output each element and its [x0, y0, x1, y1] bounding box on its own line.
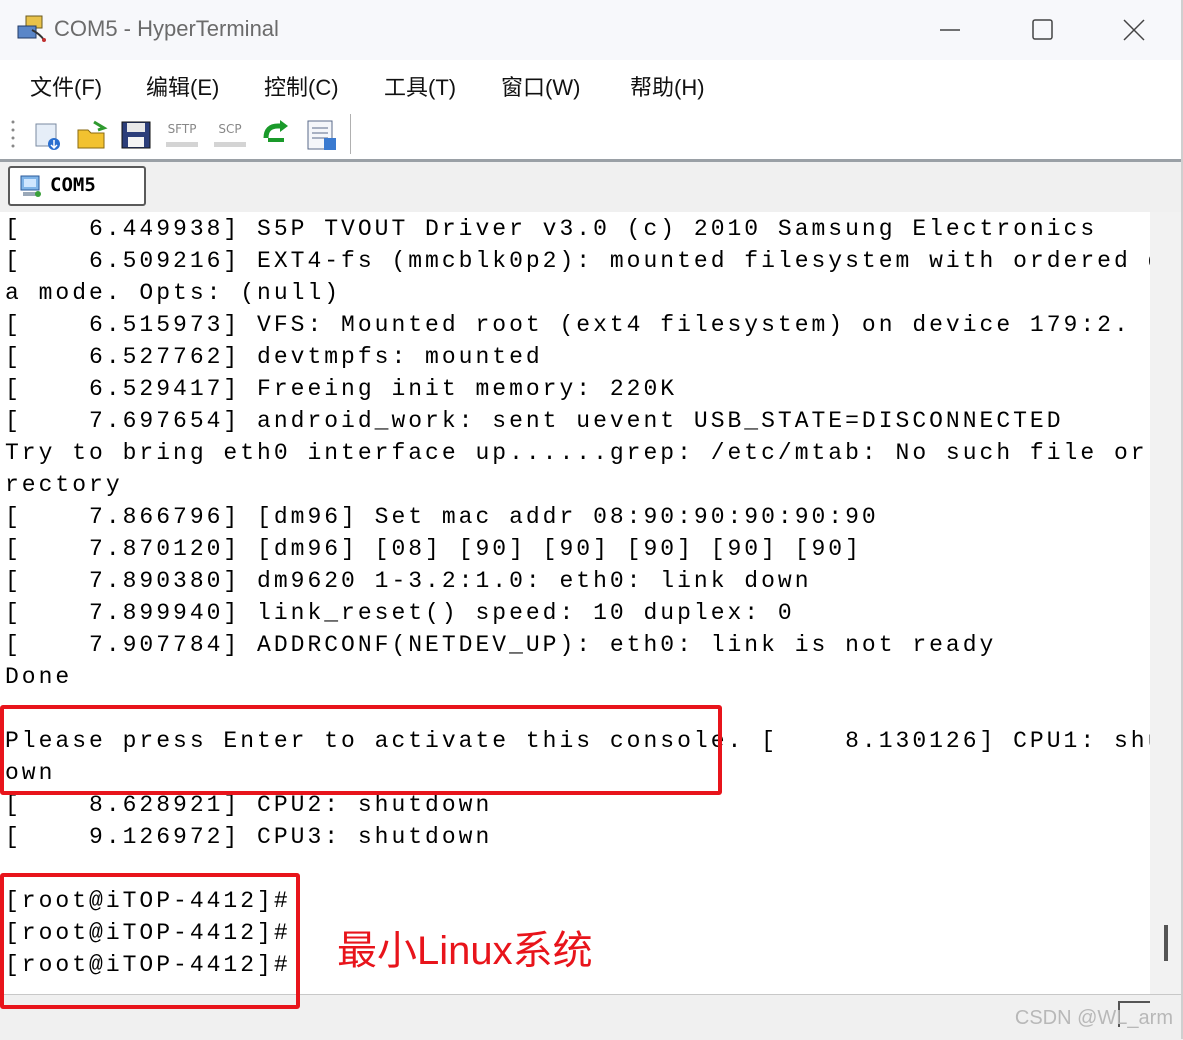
- terminal-line: [ 6.509216] EXT4-fs (mmcblk0p2): mounted…: [5, 248, 1150, 274]
- scp-button[interactable]: SCP: [212, 118, 248, 152]
- menu-bar: 文件(F) 编辑(E) 控制(C) 工具(T) 窗口(W) 帮助(H): [0, 62, 1183, 108]
- session-tab-strip: COM5: [0, 162, 1183, 212]
- session-tab-label: COM5: [50, 174, 96, 196]
- computer-icon: [20, 175, 41, 197]
- annotation-label: 最小Linux系统: [337, 929, 593, 973]
- save-icon[interactable]: [118, 118, 154, 152]
- session-tab-com5[interactable]: COM5: [8, 166, 146, 206]
- terminal-line: [ 7.870120] [dm96] [08] [90] [90] [90] […: [5, 536, 862, 562]
- terminal-line: Try to bring eth0 interface up......grep…: [5, 440, 1150, 466]
- title-bar: COM5 - HyperTerminal: [0, 0, 1183, 60]
- terminal-line: [ 7.697654] android_work: sent uevent US…: [5, 408, 1064, 434]
- menu-help[interactable]: 帮助(H): [630, 70, 705, 102]
- terminal-line: [ 7.899940] link_reset() speed: 10 duple…: [5, 600, 795, 626]
- toolbar-grip-icon: [11, 120, 15, 148]
- menu-control[interactable]: 控制(C): [264, 70, 339, 102]
- open-folder-icon[interactable]: [74, 118, 110, 152]
- terminal-line: a mode. Opts: (null): [5, 280, 342, 306]
- close-icon[interactable]: [1114, 10, 1154, 50]
- menu-edit[interactable]: 编辑(E): [146, 70, 219, 102]
- terminal-line: [ 6.527762] devtmpfs: mounted: [5, 344, 543, 370]
- sftp-button[interactable]: SFTP: [164, 118, 200, 152]
- terminal-line: [ 6.515973] VFS: Mounted root (ext4 file…: [5, 312, 1131, 338]
- terminal-line: Done: [5, 664, 73, 690]
- terminal-line: [ 7.890380] dm9620 1-3.2:1.0: eth0: link…: [5, 568, 812, 594]
- toolbar: SFTP SCP: [0, 108, 1183, 160]
- watermark: CSDN @WL_arm: [1014, 1007, 1173, 1029]
- terminal-line: rectory: [5, 472, 123, 498]
- sftp-label: SFTP: [167, 122, 197, 136]
- toolbar-divider: [350, 114, 351, 154]
- vertical-scrollbar[interactable]: [1150, 212, 1183, 994]
- maximize-icon[interactable]: [1022, 10, 1062, 50]
- properties-icon[interactable]: [304, 118, 340, 152]
- terminal-line: [ 6.529417] Freeing init memory: 220K: [5, 376, 678, 402]
- scrollbar-thumb[interactable]: [1164, 925, 1168, 961]
- scp-label: SCP: [218, 122, 242, 136]
- terminal-line: [ 7.907784] ADDRCONF(NETDEV_UP): eth0: l…: [5, 632, 997, 658]
- new-connection-icon[interactable]: [30, 118, 66, 152]
- highlight-box-root-prompt: [0, 873, 300, 1009]
- hyperterminal-app-icon[interactable]: [14, 14, 48, 44]
- terminal-line: [ 6.449938] S5P TVOUT Driver v3.0 (c) 20…: [5, 216, 1098, 242]
- highlight-box-activate-console: [0, 705, 722, 795]
- menu-tools[interactable]: 工具(T): [384, 70, 456, 102]
- terminal-line: [ 8.628921] CPU2: shutdown: [5, 792, 493, 818]
- terminal-line: [ 9.126972] CPU3: shutdown: [5, 824, 493, 850]
- window-title: COM5 - HyperTerminal: [54, 16, 279, 41]
- terminal-line: [ 7.866796] [dm96] Set mac addr 08:90:90…: [5, 504, 879, 530]
- reconnect-icon[interactable]: [258, 118, 294, 152]
- minimize-icon[interactable]: [930, 10, 970, 50]
- menu-file[interactable]: 文件(F): [30, 70, 102, 102]
- menu-window[interactable]: 窗口(W): [501, 70, 580, 102]
